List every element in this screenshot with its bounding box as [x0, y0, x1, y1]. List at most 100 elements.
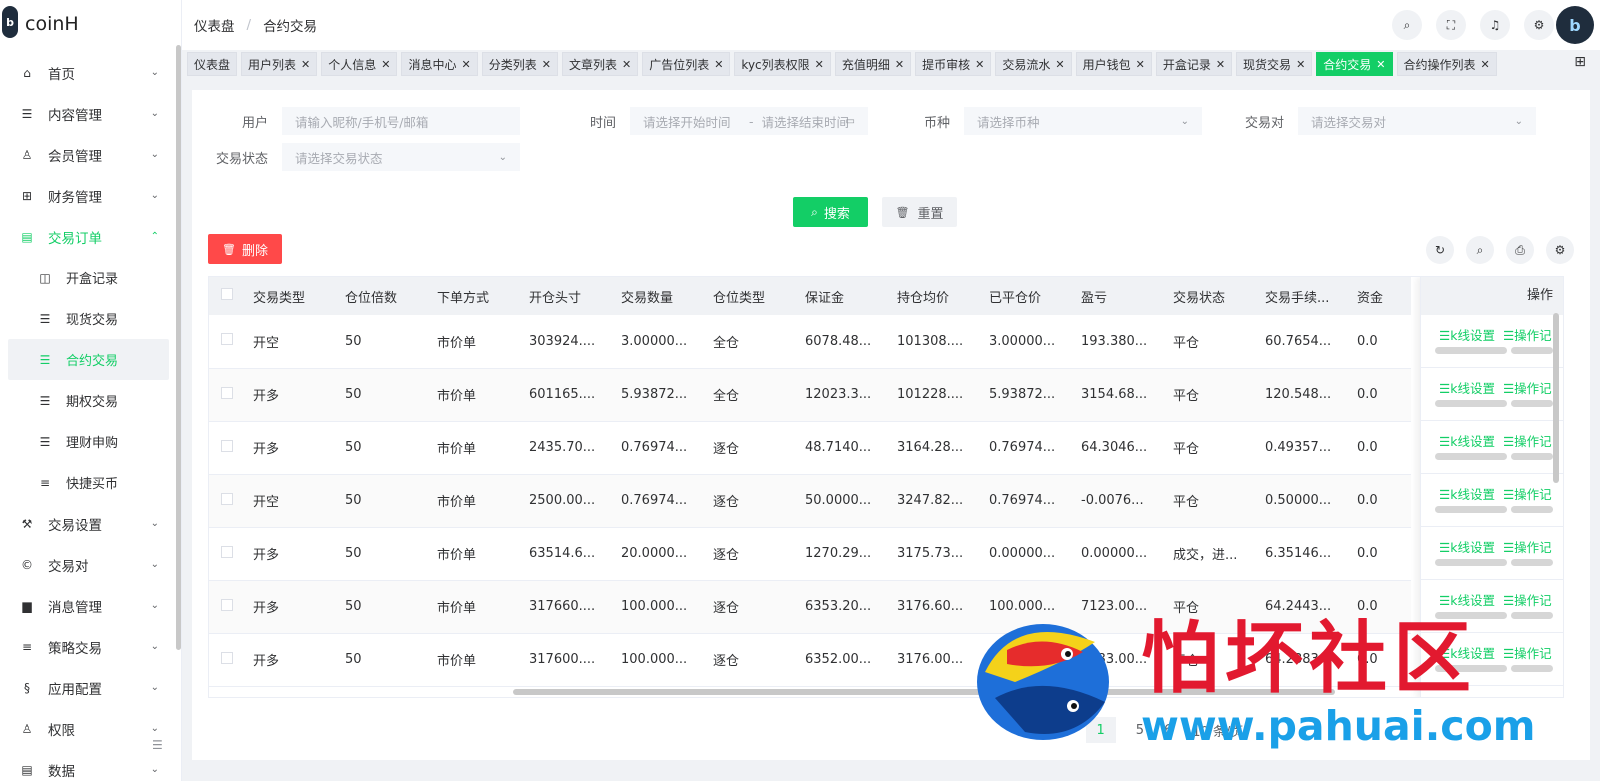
kline-settings-link[interactable]: ☰k线设置	[1439, 434, 1495, 449]
time-range-picker[interactable]: 请选择开始时间 - 请选择结束时间 ▭	[630, 107, 868, 135]
sidebar-item-order[interactable]: ▤ 交易订单 ⌃	[0, 216, 181, 257]
close-icon[interactable]: ✕	[1216, 58, 1225, 71]
table-row[interactable]: 开多 50 市价单 317660.... 100.000... 逐仓 6353.20... 3…	[209, 580, 1411, 634]
sidebar-item-menu[interactable]: ≡ 策略交易 ⌄	[0, 626, 181, 667]
kline-settings-link[interactable]: ☰k线设置	[1439, 540, 1495, 555]
sidebar-item-wrench[interactable]: ⚒ 交易设置 ⌄	[0, 503, 181, 544]
table-horizontal-scrollbar[interactable]	[513, 689, 1335, 695]
sidebar-item-message[interactable]: ▆ 消息管理 ⌄	[0, 585, 181, 626]
operation-record-link[interactable]: ☰操作记	[1503, 540, 1552, 555]
kline-settings-link[interactable]: ☰k线设置	[1439, 593, 1495, 608]
select-all-checkbox[interactable]	[221, 288, 233, 300]
tags-menu-icon[interactable]: ⊞	[1574, 54, 1586, 70]
sidebar-item-sidebar.sub_items-4[interactable]: ☰ 理财申购	[0, 421, 181, 462]
kline-settings-link[interactable]: ☰k线设置	[1439, 646, 1495, 661]
tab-9[interactable]: 提币审核 ✕	[915, 52, 992, 76]
column-header[interactable]: 仓位倍数	[339, 277, 431, 315]
delete-button[interactable]: 🗑 删除	[208, 234, 282, 264]
kline-settings-link[interactable]: ☰k线设置	[1439, 381, 1495, 396]
operation-record-link[interactable]: ☰操作记	[1503, 328, 1552, 343]
column-header[interactable]: 资金	[1351, 277, 1411, 315]
table-row[interactable]: 开空 50 市价单 303924.... 3.00000... 全仓 6078.48... 1…	[209, 315, 1411, 369]
column-header[interactable]: 已平仓价	[983, 277, 1075, 315]
tab-15[interactable]: 合约操作列表 ✕	[1396, 52, 1497, 76]
tab-3[interactable]: 消息中心 ✕	[401, 52, 478, 76]
page-1[interactable]: 1	[1085, 717, 1116, 743]
column-header[interactable]: 仓位类型	[707, 277, 799, 315]
collapse-sidebar-icon[interactable]: ☰	[152, 738, 163, 752]
avatar[interactable]: b	[1556, 6, 1594, 44]
fullscreen-icon[interactable]: ⛶	[1436, 10, 1466, 40]
status-select[interactable]: 请选择交易状态 ⌄	[282, 143, 520, 171]
row-checkbox[interactable]	[221, 386, 233, 399]
close-icon[interactable]: ✕	[381, 58, 390, 71]
sidebar-item-list[interactable]: ☰ 内容管理 ⌄	[0, 93, 181, 134]
sidebar-item-home[interactable]: ⌂ 首页 ⌄	[0, 52, 181, 93]
operation-record-link[interactable]: ☰操作记	[1503, 487, 1552, 502]
kline-settings-link[interactable]: ☰k线设置	[1439, 328, 1495, 343]
close-icon[interactable]: ✕	[1136, 58, 1145, 71]
table-row[interactable]: 开多 50 市价单 63514.6... 20.0000... 逐仓 1270.29... 3…	[209, 527, 1411, 581]
sidebar-item-config[interactable]: § 应用配置 ⌄	[0, 667, 181, 708]
tab-4[interactable]: 分类列表 ✕	[481, 52, 558, 76]
column-header[interactable]: 保证金	[799, 277, 891, 315]
search-toggle-icon[interactable]: ⌕	[1466, 236, 1494, 264]
close-icon[interactable]: ✕	[1376, 58, 1385, 71]
print-icon[interactable]: ⎙	[1506, 236, 1534, 264]
bell-icon[interactable]: ♫	[1480, 10, 1510, 40]
close-icon[interactable]: ✕	[1296, 58, 1305, 71]
tab-6[interactable]: 广告位列表 ✕	[642, 52, 731, 76]
table-row[interactable]: 开空 50 市价单 2500.00... 0.76974... 逐仓 50.0000... 3…	[209, 474, 1411, 528]
tab-8[interactable]: 充值明细 ✕	[834, 52, 912, 76]
reset-button[interactable]: 🗑 重置	[882, 197, 957, 227]
column-header[interactable]: 交易类型	[247, 277, 339, 315]
close-icon[interactable]: ✕	[1055, 58, 1064, 71]
close-icon[interactable]: ✕	[542, 58, 551, 71]
user-filter-input[interactable]: 请输入昵称/手机号/邮箱	[282, 107, 520, 135]
close-icon[interactable]: ✕	[714, 58, 723, 71]
operation-record-link[interactable]: ☰操作记	[1503, 646, 1552, 661]
sidebar-item-user[interactable]: ♙ 会员管理 ⌄	[0, 134, 181, 175]
tab-11[interactable]: 用户钱包 ✕	[1075, 52, 1152, 76]
operation-record-link[interactable]: ☰操作记	[1503, 381, 1552, 396]
close-icon[interactable]: ✕	[975, 58, 984, 71]
close-icon[interactable]: ✕	[815, 58, 824, 71]
sidebar-item-sidebar.sub_items-2[interactable]: ☰ 合约交易	[8, 339, 169, 380]
column-header[interactable]: 盈亏	[1075, 277, 1167, 315]
column-header[interactable]: 交易手续...	[1259, 277, 1351, 315]
column-settings-icon[interactable]: ⚙	[1546, 236, 1574, 264]
page-5[interactable]: 5	[1136, 723, 1144, 738]
close-icon[interactable]: ✕	[895, 58, 904, 71]
column-header[interactable]: 持仓均价	[891, 277, 983, 315]
sidebar-item-copyright[interactable]: © 交易对 ⌄	[0, 544, 181, 585]
breadcrumb-home[interactable]: 仪表盘	[194, 15, 235, 35]
close-icon[interactable]: ✕	[622, 58, 631, 71]
row-checkbox[interactable]	[221, 651, 233, 664]
table-row[interactable]: 开多 50 市价单 317600.... 100.000... 逐仓 6352.00... 3…	[209, 633, 1411, 687]
operation-record-link[interactable]: ☰操作记	[1503, 434, 1552, 449]
sidebar-item-sidebar.sub_items-5[interactable]: ≡ 快捷买币	[0, 462, 181, 503]
search-button[interactable]: ⌕ 搜索	[793, 197, 868, 227]
tab-2[interactable]: 个人信息 ✕	[321, 52, 398, 76]
page-6[interactable]: 6	[1164, 723, 1172, 738]
refresh-icon[interactable]: ↻	[1426, 236, 1454, 264]
close-icon[interactable]: ✕	[462, 58, 471, 71]
row-checkbox[interactable]	[221, 492, 233, 505]
table-vertical-scrollbar[interactable]	[1553, 313, 1559, 483]
sidebar-item-sidebar.sub_items-0[interactable]: ◫ 开盒记录	[0, 257, 181, 298]
sidebar-item-sidebar.sub_items-1[interactable]: ☰ 现货交易	[0, 298, 181, 339]
row-checkbox[interactable]	[221, 439, 233, 452]
tab-5[interactable]: 文章列表 ✕	[561, 52, 639, 76]
sidebar-item-data[interactable]: ▤ 数据 ⌄	[0, 749, 181, 781]
column-header[interactable]: 下单方式	[431, 277, 523, 315]
tab-0[interactable]: 仪表盘	[187, 52, 238, 76]
settings-icon[interactable]: ⚙	[1524, 10, 1554, 40]
sidebar-scrollbar[interactable]	[176, 45, 181, 650]
search-icon[interactable]: ⌕	[1392, 10, 1422, 40]
tab-13[interactable]: 现货交易 ✕	[1236, 52, 1313, 76]
logo[interactable]: b coinH	[0, 0, 181, 52]
table-row[interactable]: 开多 50 市价单 601165.... 5.93872... 全仓 12023.3... 1…	[209, 368, 1411, 422]
page-size-select[interactable]: 10 条/页	[1192, 721, 1243, 740]
pair-select[interactable]: 请选择交易对 ⌄	[1298, 107, 1536, 135]
close-icon[interactable]: ✕	[1481, 58, 1490, 71]
